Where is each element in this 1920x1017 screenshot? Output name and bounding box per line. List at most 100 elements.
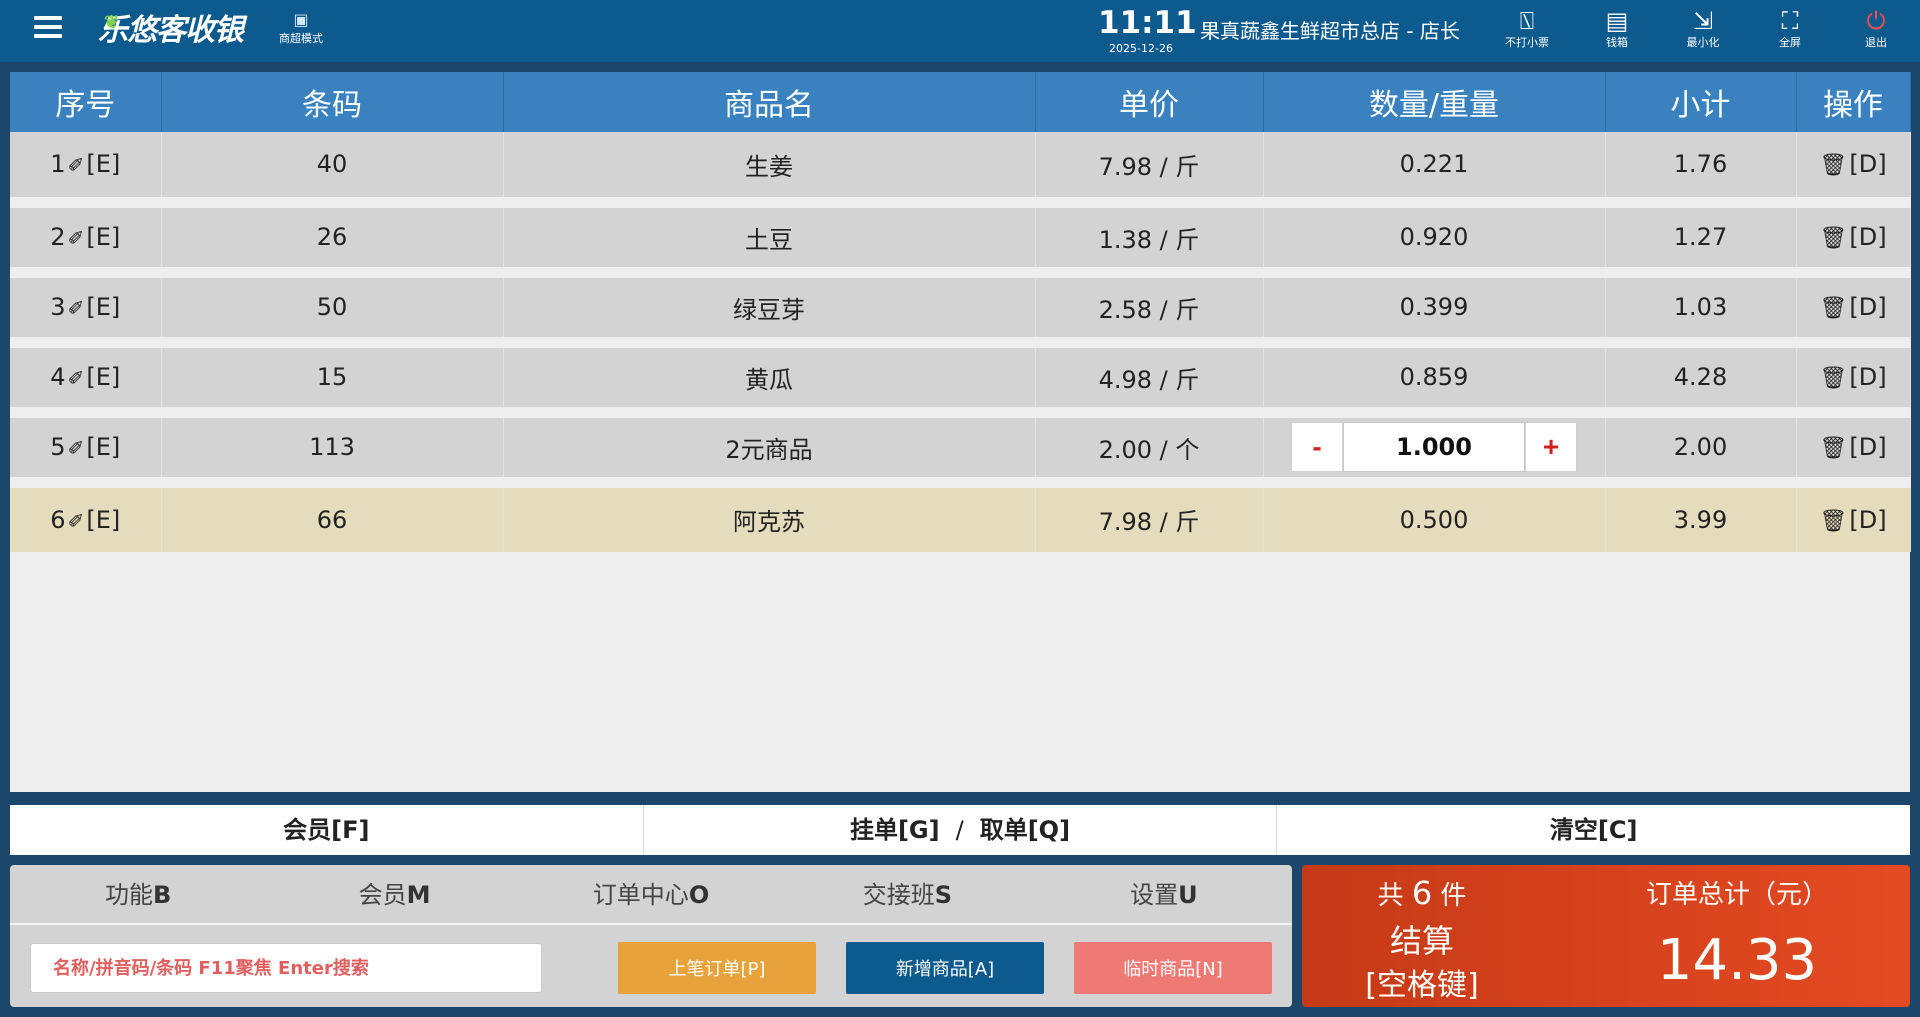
- col-header-barcode[interactable]: 条码: [161, 72, 504, 132]
- seq-cell[interactable]: 5 ✐[E]: [10, 412, 162, 488]
- price-cell: 7.98 / 斤: [1035, 132, 1264, 208]
- temp-product-button[interactable]: 临时商品[N]: [1074, 942, 1272, 994]
- col-header-price[interactable]: 单价: [1035, 72, 1264, 132]
- total-label: 订单总计（元）: [1645, 880, 1828, 910]
- minimize-button[interactable]: ⇲ 最小化: [1672, 6, 1734, 50]
- tab-settings[interactable]: 设置U: [1036, 865, 1292, 923]
- retrieve-order-button[interactable]: 取单[Q]: [980, 816, 1070, 844]
- quantity-stepper[interactable]: - +: [1291, 422, 1577, 472]
- delete-item-button[interactable]: 🗑[D]: [1819, 150, 1886, 178]
- edit-item-button[interactable]: 1 ✐[E]: [50, 150, 120, 178]
- qty-cell[interactable]: 0.221: [1263, 132, 1606, 208]
- exit-label: 退出: [1865, 36, 1887, 49]
- table-row[interactable]: 2 ✐[E] 26 土豆 1.38 / 斤 0.920 1.27 🗑[D]: [10, 202, 1911, 278]
- barcode-cell: 26: [161, 202, 504, 278]
- tab-functions[interactable]: 功能B: [10, 865, 266, 923]
- seq-cell[interactable]: 3 ✐[E]: [10, 272, 162, 348]
- settle-label: 结算: [1389, 922, 1454, 960]
- pen-icon: ✐: [67, 508, 85, 533]
- delete-item-button[interactable]: 🗑[D]: [1819, 433, 1886, 461]
- seq-cell[interactable]: 1 ✐[E]: [10, 132, 162, 208]
- seq-cell[interactable]: 6 ✐[E]: [10, 482, 162, 552]
- row-seq: 3: [50, 293, 66, 321]
- hold-retrieve-group: 挂单[G] / 取单[Q]: [644, 805, 1278, 855]
- action-cell: 🗑[D]: [1796, 482, 1911, 552]
- qty-cell[interactable]: 0.399: [1263, 272, 1606, 348]
- delete-label: [D]: [1849, 293, 1887, 321]
- edit-item-button[interactable]: 2 ✐[E]: [50, 223, 120, 251]
- edit-label: [E]: [86, 150, 121, 179]
- qty-cell[interactable]: 0.859: [1263, 342, 1606, 418]
- edit-item-button[interactable]: 4 ✐[E]: [50, 363, 120, 391]
- qty-increase-button[interactable]: +: [1525, 422, 1577, 472]
- delete-item-button[interactable]: 🗑[D]: [1819, 363, 1886, 391]
- row-seq: 4: [50, 363, 66, 391]
- current-date: 2025-12-26: [1109, 42, 1173, 55]
- col-header-action[interactable]: 操作: [1796, 72, 1911, 132]
- clear-button[interactable]: 清空[C]: [1277, 805, 1910, 855]
- delete-item-button[interactable]: 🗑[D]: [1819, 223, 1886, 251]
- qty-decrease-button[interactable]: -: [1291, 422, 1343, 472]
- edit-label: [E]: [86, 293, 121, 321]
- action-cell: 🗑[D]: [1796, 272, 1911, 348]
- exit-button[interactable]: ⏻ 退出: [1845, 6, 1907, 50]
- cash-drawer-icon: ▤: [1605, 7, 1629, 35]
- product-search-input[interactable]: [30, 943, 542, 993]
- edit-item-button[interactable]: 5 ✐[E]: [50, 433, 120, 461]
- function-tabs: 功能B 会员M 订单中心O 交接班S 设置U: [10, 865, 1292, 925]
- qty-input[interactable]: [1343, 422, 1525, 472]
- menu-icon[interactable]: [34, 16, 62, 42]
- hold-order-button[interactable]: 挂单[G]: [850, 816, 940, 844]
- mode-switch-button[interactable]: ▣ 商超模式: [272, 8, 330, 46]
- col-header-seq[interactable]: 序号: [10, 72, 162, 132]
- delete-item-button[interactable]: 🗑[D]: [1819, 506, 1886, 534]
- price-cell: 2.58 / 斤: [1035, 272, 1264, 348]
- col-header-subtotal[interactable]: 小计: [1605, 72, 1797, 132]
- edit-item-button[interactable]: 6 ✐[E]: [50, 506, 120, 534]
- qty-cell[interactable]: 0.500: [1263, 482, 1606, 552]
- pen-icon: ✐: [67, 366, 85, 390]
- tab-label: 功能: [105, 881, 154, 909]
- qty-cell[interactable]: 0.920: [1263, 202, 1606, 278]
- cash-drawer-button[interactable]: ▤ 钱箱: [1586, 6, 1648, 50]
- checkout-button[interactable]: 共 6 件 结算 [空格键] 订单总计（元） 14.33: [1302, 865, 1910, 1007]
- last-order-button[interactable]: 上笔订单[P]: [618, 942, 816, 994]
- trash-icon: 🗑: [1819, 226, 1848, 251]
- table-header-row: 序号 条码 商品名 单价 数量/重量 小计 操作: [10, 72, 1911, 132]
- cash-drawer-label: 钱箱: [1606, 36, 1628, 49]
- table-row[interactable]: 4 ✐[E] 15 黄瓜 4.98 / 斤 0.859 4.28 🗑[D]: [10, 342, 1911, 418]
- action-cell: 🗑[D]: [1796, 202, 1911, 278]
- no-print-button[interactable]: ⍂ 不打小票: [1496, 6, 1558, 50]
- table-row[interactable]: 5✐[E] 113 2元商品 2.00 / 个 - + 2.00 🗑[D]: [10, 412, 1911, 488]
- pen-icon: ✐: [67, 226, 85, 250]
- delete-item-button[interactable]: 🗑[D]: [1819, 293, 1886, 321]
- delete-label: [D]: [1849, 433, 1887, 461]
- table-row[interactable]: 1 ✐[E] 40 生姜 7.98 / 斤 0.221 1.76 🗑[D]: [10, 132, 1911, 208]
- row-seq: 1: [50, 150, 66, 179]
- minimize-icon: ⇲: [1692, 7, 1714, 35]
- tab-label: 会员: [358, 881, 407, 909]
- tab-shift-handover[interactable]: 交接班S: [779, 865, 1035, 923]
- trash-icon: 🗑: [1819, 296, 1848, 321]
- order-list-panel: 序号 条码 商品名 单价 数量/重量 小计 操作 1 ✐[E] 40 生姜 7.9…: [10, 72, 1911, 792]
- seq-cell[interactable]: 4 ✐[E]: [10, 342, 162, 418]
- fullscreen-button[interactable]: ⛶ 全屏: [1759, 6, 1821, 50]
- edit-label: [E]: [86, 505, 121, 534]
- table-row-selected[interactable]: 6 ✐[E] 66 阿克苏 7.98 / 斤 0.500 3.99 🗑[D]: [10, 482, 1911, 552]
- supermarket-mode-icon: ▣: [293, 10, 309, 29]
- tab-member[interactable]: 会员M: [266, 865, 522, 923]
- member-button[interactable]: 会员[F]: [10, 805, 644, 855]
- checkout-summary: 共 6 件 结算 [空格键]: [1302, 871, 1542, 1008]
- edit-item-button[interactable]: 3 ✐[E]: [50, 293, 120, 321]
- table-row[interactable]: 3 ✐[E] 50 绿豆芽 2.58 / 斤 0.399 1.03 🗑[D]: [10, 272, 1911, 348]
- function-panel: 功能B 会员M 订单中心O 交接班S 设置U 上笔订单[P] 新增商品[A] 临…: [10, 865, 1292, 1007]
- subtotal-cell: 4.28: [1605, 342, 1797, 418]
- seq-cell[interactable]: 2 ✐[E]: [10, 202, 162, 278]
- col-header-name[interactable]: 商品名: [503, 72, 1036, 132]
- delete-label: [D]: [1849, 223, 1887, 251]
- col-header-qty[interactable]: 数量/重量: [1263, 72, 1606, 132]
- new-product-button[interactable]: 新增商品[A]: [846, 942, 1044, 994]
- subtotal-cell: 1.76: [1605, 132, 1797, 208]
- delete-label: [D]: [1849, 150, 1887, 179]
- tab-order-center[interactable]: 订单中心O: [523, 865, 779, 923]
